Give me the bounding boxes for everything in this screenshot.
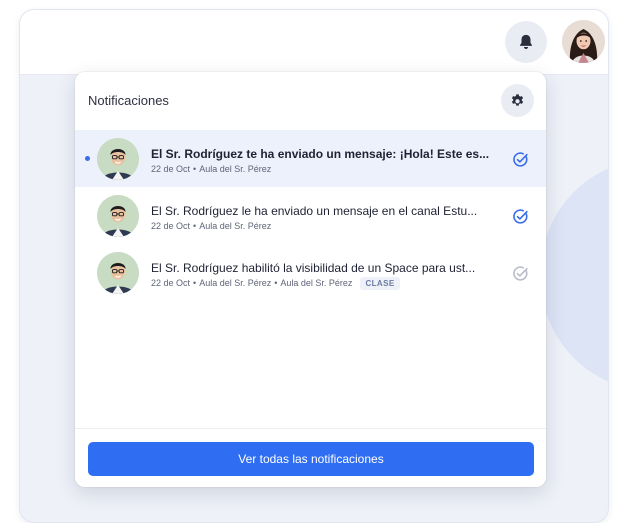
view-all-notifications-button[interactable]: Ver todas las notificaciones [88,442,534,476]
notification-meta: 22 de Oct • Aula del Sr. Pérez [151,164,272,174]
sender-avatar [97,252,139,294]
panel-footer: Ver todas las notificaciones [75,428,546,487]
notifications-panel: Notificaciones El Sr. Rodríguez te ha en… [75,72,546,487]
notification-settings-button[interactable] [501,84,534,117]
class-tag-badge: CLASE [360,277,400,290]
notification-source: Aula del Sr. Pérez [199,221,272,231]
mark-read-check-icon[interactable] [512,151,529,168]
notification-meta: 22 de Oct • Aula del Sr. Pérez [151,221,272,231]
sender-avatar [97,138,139,180]
notification-title: El Sr. Rodríguez te ha enviado un mensaj… [151,147,490,161]
user-avatar[interactable] [562,20,605,63]
notification-source: Aula del Sr. Pérez [199,164,272,174]
top-bar [20,10,608,75]
notification-item[interactable]: El Sr. Rodríguez te ha enviado un mensaj… [75,130,546,187]
notification-source: Aula del Sr. Pérez [199,278,272,288]
notification-source: Aula del Sr. Pérez [280,278,353,288]
notification-date: 22 de Oct [151,278,191,288]
unread-indicator [85,156,90,161]
gear-icon [511,94,524,106]
notification-title: El Sr. Rodríguez le ha enviado un mensaj… [151,204,478,218]
notification-list: El Sr. Rodríguez te ha enviado un mensaj… [75,130,546,301]
user-avatar-image [562,20,605,63]
sender-avatar [97,195,139,237]
notification-meta: 22 de Oct • Aula del Sr. Pérez • Aula del Sr… [151,277,400,290]
notification-item[interactable]: El Sr. Rodríguez habilitó la visibilidad… [75,244,546,301]
notification-date: 22 de Oct [151,164,191,174]
bell-icon [520,34,532,50]
mark-read-check-icon[interactable] [512,265,529,282]
notification-title: El Sr. Rodríguez habilitó la visibilidad… [151,261,476,275]
mark-read-check-icon[interactable] [512,208,529,225]
notification-item[interactable]: El Sr. Rodríguez le ha enviado un mensaj… [75,187,546,244]
notifications-button[interactable] [505,21,547,63]
background-shape [540,160,608,390]
panel-title: Notificaciones [88,93,169,108]
notification-date: 22 de Oct [151,221,191,231]
